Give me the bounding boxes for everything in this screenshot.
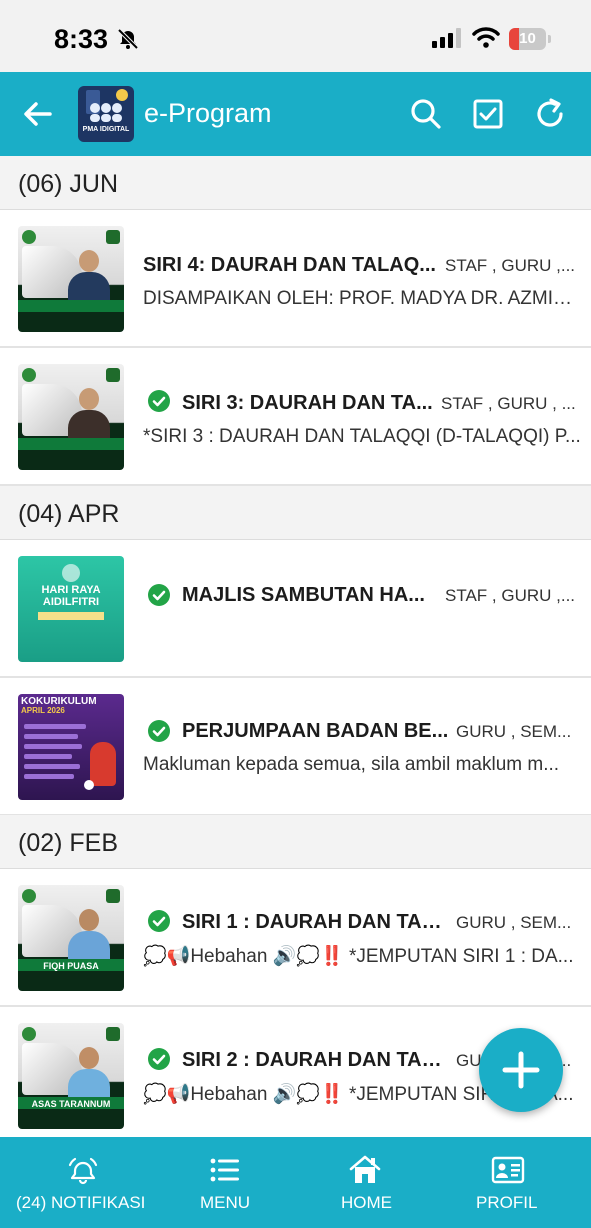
check-circle-icon: [148, 720, 170, 742]
thumbnail-caption: FIQH PUASA: [43, 961, 99, 971]
nav-label: HOME: [341, 1193, 392, 1212]
event-title: SIRI 1 : DAURAH DAN TAL...: [182, 911, 450, 933]
event-description: 💭📢Hebahan 🔊💭‼️ *JEMPUTAN SIRI 1 : DA...: [143, 946, 574, 967]
event-thumbnail: [18, 364, 124, 470]
event-tags: GURU , SEM...: [456, 722, 572, 741]
status-bar: 8:33 10: [0, 0, 591, 72]
event-title: SIRI 3: DAURAH DAN TA...: [182, 392, 433, 414]
check-circle-icon: [148, 390, 170, 412]
check-circle-icon: [148, 910, 170, 932]
event-thumbnail: FIQH PUASA: [18, 885, 124, 991]
nav-label: PROFIL: [476, 1193, 538, 1212]
page-title: e-Program: [144, 98, 272, 128]
event-description: DISAMPAIKAN OLEH: PROF. MADYA DR. AZMIL …: [143, 288, 581, 309]
search-icon[interactable]: [408, 96, 444, 132]
thumbnail-subtitle: APRIL 2026: [21, 706, 65, 715]
event-tags: GURU , SEM...: [456, 913, 572, 932]
event-thumbnail: ASAS TARANNUM: [18, 1023, 124, 1129]
bottom-nav: (24) NOTIFIKASI MENU HOME PROFIL: [0, 1137, 591, 1228]
app-screen: 8:33 10 PMA IDIGITAL e-Program (06) JUN …: [0, 0, 591, 1228]
list-item[interactable]: SIRI 3: DAURAH DAN TA... STAF , GURU , .…: [0, 348, 591, 486]
list-item[interactable]: HARI RAYA AIDILFITRI MAJLIS SAMBUTAN HA.…: [0, 540, 591, 678]
bell-icon: [68, 1157, 98, 1185]
event-thumbnail: [18, 226, 124, 332]
thumbnail-caption: ASAS TARANNUM: [31, 1099, 111, 1109]
event-title: SIRI 4: DAURAH DAN TALAQ...: [143, 254, 436, 276]
people-logo-icon: [86, 89, 128, 122]
status-time: 8:33: [54, 24, 109, 54]
section-header: (04) APR: [0, 486, 591, 540]
list-item[interactable]: SIRI 4: DAURAH DAN TALAQ... STAF , GURU …: [0, 210, 591, 348]
add-button[interactable]: [479, 1028, 563, 1112]
battery-level: 10: [519, 30, 536, 47]
nav-menu[interactable]: MENU: [166, 1137, 282, 1228]
section-label: (02) FEB: [18, 829, 119, 857]
event-description: *SIRI 3 : DAURAH DAN TALAQQI (D-TALAQQI)…: [143, 426, 581, 447]
plus-icon: [502, 1051, 540, 1089]
nav-profil[interactable]: PROFIL: [440, 1137, 580, 1228]
bell-muted-icon: [117, 28, 139, 50]
check-circle-icon: [148, 584, 170, 606]
event-title: SIRI 2 : DAURAH DAN TAL...: [182, 1049, 450, 1071]
event-title: PERJUMPAAN BADAN BE...: [182, 720, 449, 742]
nav-label: (24) NOTIFIKASI: [16, 1193, 146, 1212]
event-tags: STAF , GURU ,...: [445, 256, 576, 275]
event-description: Makluman kepada semua, sila ambil maklum…: [143, 754, 560, 775]
section-header: (06) JUN: [0, 156, 591, 210]
section-header: (02) FEB: [0, 815, 591, 869]
id-card-icon: [491, 1156, 525, 1184]
event-thumbnail: KOKURIKULUM APRIL 2026: [18, 694, 124, 800]
app-bar: PMA IDIGITAL e-Program: [0, 72, 591, 156]
list-icon: [210, 1158, 239, 1182]
home-icon: [349, 1155, 381, 1183]
list-item[interactable]: FIQH PUASA SIRI 1 : DAURAH DAN TAL... GU…: [0, 869, 591, 1007]
thumbnail-title: HARI RAYA AIDILFITRI: [41, 584, 101, 608]
wifi-icon: [472, 27, 500, 48]
event-thumbnail: HARI RAYA AIDILFITRI: [18, 556, 124, 662]
section-label: (06) JUN: [18, 170, 119, 198]
nav-label: MENU: [200, 1193, 251, 1212]
refresh-icon[interactable]: [532, 96, 568, 132]
section-label: (04) APR: [18, 500, 120, 528]
event-title: MAJLIS SAMBUTAN HA...: [182, 584, 425, 606]
battery-icon: 10: [509, 28, 551, 50]
app-logo: PMA IDIGITAL: [78, 86, 134, 142]
event-tags: STAF , GURU , ...: [441, 394, 576, 413]
event-tags: STAF , GURU ,...: [445, 586, 576, 605]
nav-home[interactable]: HOME: [300, 1137, 430, 1228]
check-circle-icon: [148, 1048, 170, 1070]
logo-text: PMA IDIGITAL: [82, 126, 130, 133]
signal-icon: [432, 28, 461, 48]
checkbox-icon[interactable]: [470, 96, 506, 132]
back-arrow-icon[interactable]: [20, 96, 56, 132]
nav-notifikasi[interactable]: (24) NOTIFIKASI: [0, 1137, 166, 1228]
list-item[interactable]: KOKURIKULUM APRIL 2026 PERJUMPAAN BADAN …: [0, 678, 591, 816]
